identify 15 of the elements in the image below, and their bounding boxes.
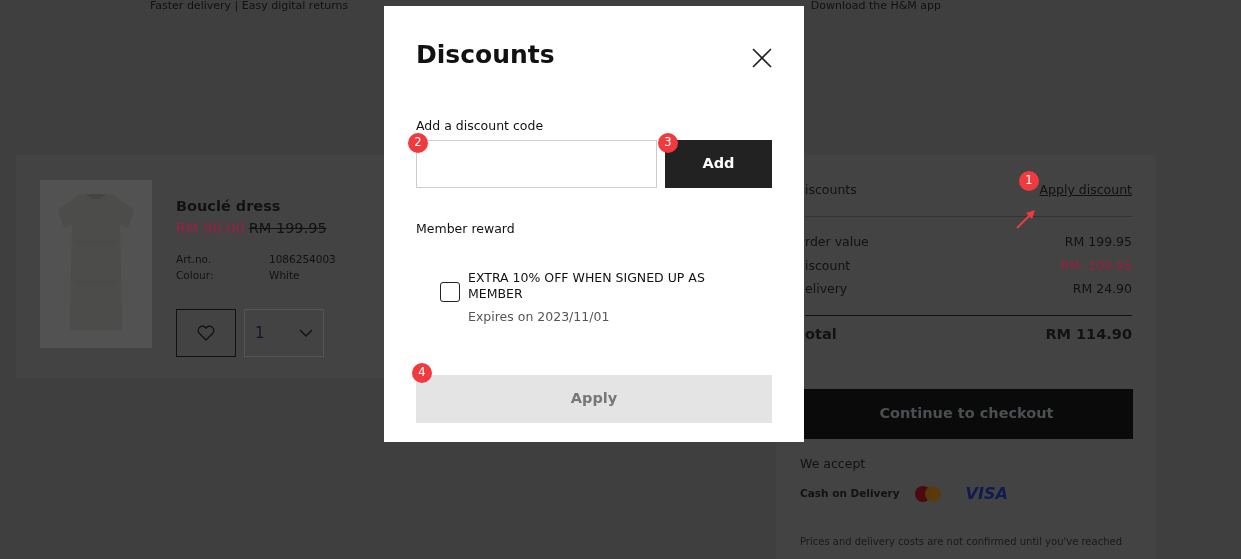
annotation-arrow — [1016, 210, 1035, 229]
dialog-title: Discounts — [416, 40, 555, 70]
sale-price: RM 90.00 — [176, 218, 245, 238]
field-label: Add a discount code — [416, 117, 545, 135]
close-icon — [752, 47, 772, 68]
reward-expiry: Expires on 2023/11/01 — [468, 307, 611, 326]
reward-title: EXTRA 10% OFF WHEN SIGNED UP AS MEMBER — [468, 269, 706, 302]
discount-code-field[interactable] — [416, 139, 657, 188]
heart-icon — [197, 325, 215, 341]
checkbox[interactable] — [440, 281, 460, 302]
summary-value: RM- 109.95 — [1060, 256, 1132, 275]
section-label: Member reward — [416, 219, 516, 238]
chevron-down-icon — [299, 329, 313, 337]
close-button[interactable] — [752, 45, 772, 65]
mastercard-icon — [913, 484, 942, 503]
